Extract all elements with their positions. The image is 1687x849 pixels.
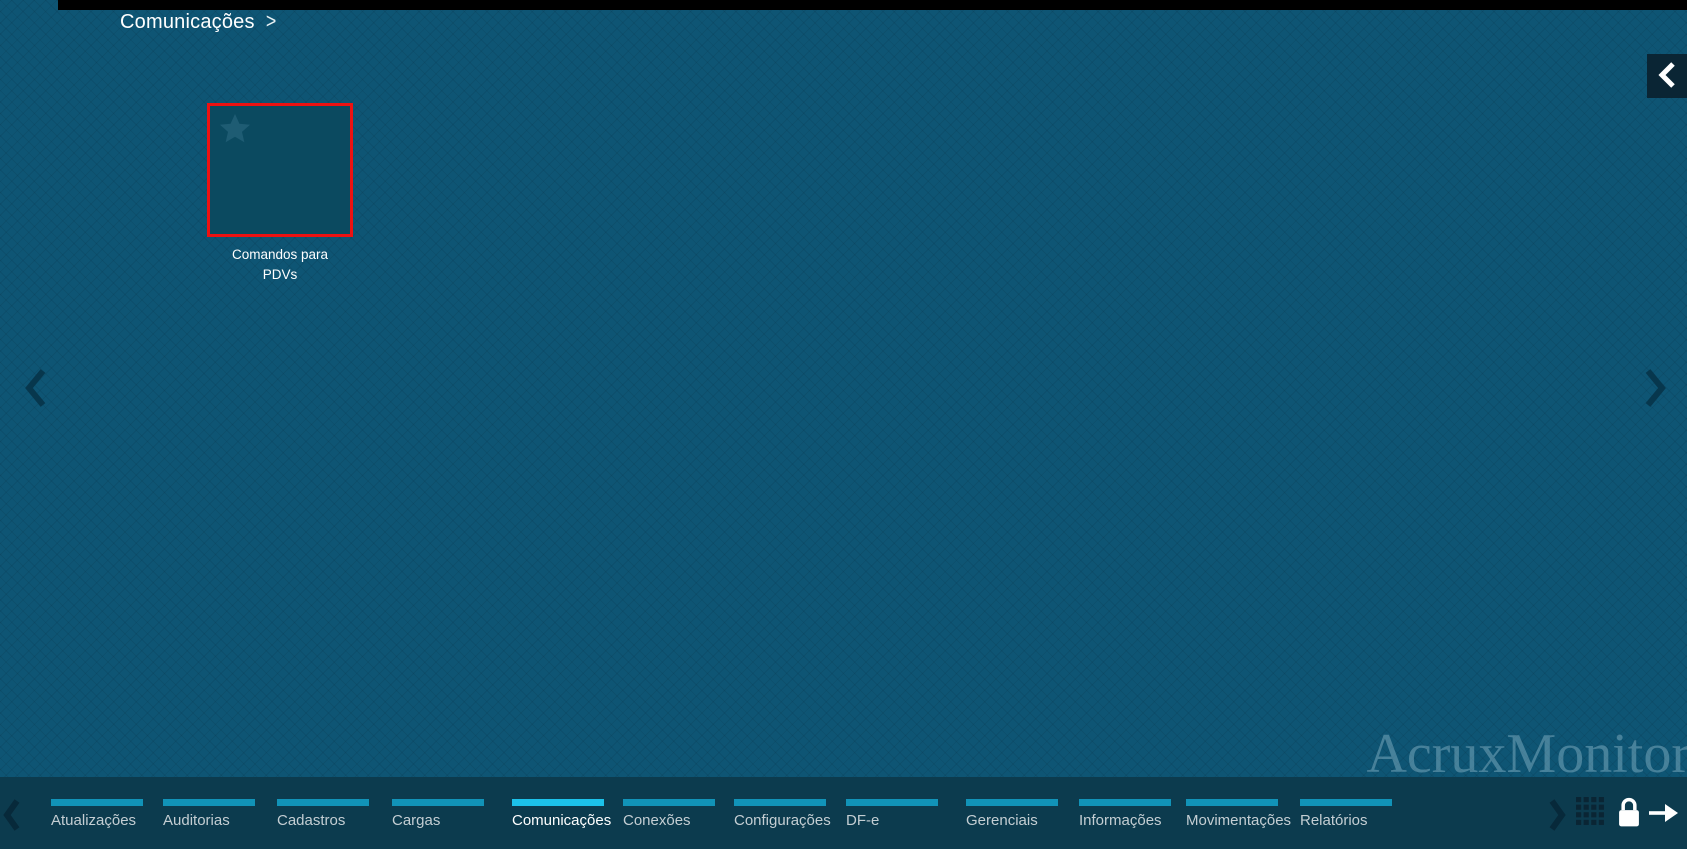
menu-item-label: Conexões [623, 812, 691, 829]
chevron-left-icon [1658, 61, 1676, 91]
menu-item-label: Atualizações [51, 812, 137, 829]
menu-item-relatorios[interactable]: Relatórios [1300, 799, 1392, 829]
menu-accent-bar [1186, 799, 1278, 806]
menu-item-label: Cargas [392, 812, 441, 829]
menu-accent-bar [392, 799, 484, 806]
chevron-left-icon [22, 368, 48, 408]
menu-accent-bar [1079, 799, 1171, 806]
menu-item-cadastros[interactable]: Cadastros [277, 799, 369, 829]
menu-item-label: Gerenciais [966, 812, 1038, 829]
breadcrumb-chevron-icon: > [265, 10, 277, 33]
menu-scroll-right-button[interactable] [1549, 799, 1567, 831]
menu-item-label: Configurações [734, 812, 831, 829]
menu-item-movimentacoes[interactable]: Movimentações [1186, 799, 1291, 829]
menu-item-label: Comunicações [512, 812, 612, 829]
page-prev-button[interactable] [22, 368, 48, 408]
apps-grid-icon[interactable] [1576, 797, 1606, 830]
menu-item-label: Informações [1079, 812, 1162, 829]
menu-accent-bar [51, 799, 143, 806]
chevron-left-icon [2, 799, 20, 834]
menu-accent-bar [277, 799, 369, 806]
menu-item-informacoes[interactable]: Informações [1079, 799, 1171, 829]
tile-comandos-para-pdvs[interactable] [207, 103, 353, 237]
menu-accent-bar [623, 799, 715, 806]
menu-item-auditorias[interactable]: Auditorias [163, 799, 255, 829]
favorite-star-icon[interactable] [216, 110, 254, 153]
menu-item-label: Cadastros [277, 812, 346, 829]
exit-arrow-icon[interactable] [1648, 801, 1680, 828]
menu-item-label: Auditorias [163, 812, 230, 829]
menu-item-gerenciais[interactable]: Gerenciais [966, 799, 1058, 829]
menu-accent-bar [512, 799, 604, 806]
menu-item-label: DF-e [846, 812, 880, 829]
breadcrumb-label: Comunicações [120, 10, 255, 33]
menu-scroll-left-button[interactable] [2, 799, 20, 831]
menu-accent-bar [846, 799, 938, 806]
menu-item-label: Movimentações [1186, 812, 1292, 829]
menu-accent-bar [734, 799, 826, 806]
menu-item-label: Relatórios [1300, 812, 1368, 829]
tile-label: Comandos para PDVs [231, 247, 329, 283]
collapse-panel-button[interactable] [1647, 54, 1687, 98]
tile-group: Comandos para PDVs [207, 103, 353, 286]
menu-item-comunicacoes[interactable]: Comunicações [512, 799, 611, 829]
bottom-menu-bar: Atualizações Auditorias Cadastros Cargas… [0, 777, 1687, 849]
acrux-monitor-screen: Comunicações > Comandos para PDVs AcruxM… [0, 0, 1687, 849]
chevron-right-icon [1549, 799, 1567, 834]
menu-item-atualizacoes[interactable]: Atualizações [51, 799, 143, 829]
menu-item-configuracoes[interactable]: Configurações [734, 799, 831, 829]
menu-item-cargas[interactable]: Cargas [392, 799, 484, 829]
menu-item-dfe[interactable]: DF-e [846, 799, 938, 829]
page-next-button[interactable] [1643, 368, 1669, 408]
breadcrumb[interactable]: Comunicações > [120, 10, 277, 34]
menu-accent-bar [1300, 799, 1392, 806]
menu-accent-bar [163, 799, 255, 806]
lock-icon[interactable] [1615, 796, 1643, 833]
top-black-bar [58, 0, 1687, 10]
chevron-right-icon [1643, 368, 1669, 408]
menu-item-conexoes[interactable]: Conexões [623, 799, 715, 829]
menu-accent-bar [966, 799, 1058, 806]
